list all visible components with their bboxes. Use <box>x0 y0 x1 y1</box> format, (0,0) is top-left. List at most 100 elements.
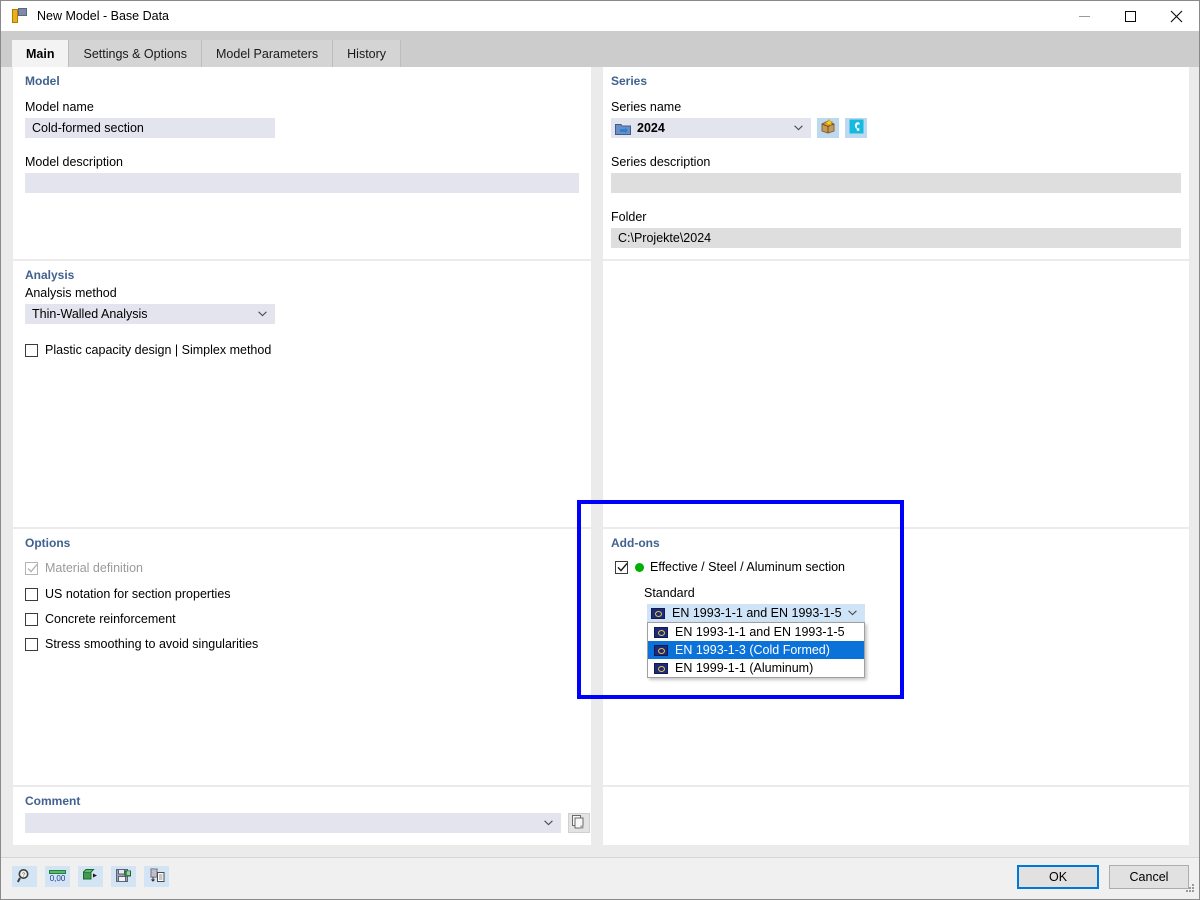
save-defaults-button[interactable] <box>111 866 136 887</box>
analysis-method-value: Thin-Walled Analysis <box>32 307 148 321</box>
series-name-combo[interactable]: 2024 <box>611 118 811 138</box>
checkbox-box <box>615 561 628 574</box>
svg-text:?: ? <box>22 872 25 878</box>
chevron-down-icon <box>848 610 857 616</box>
check-icon <box>617 562 628 576</box>
check-icon <box>27 563 38 577</box>
series-panel: Series Series name 2024 <box>603 67 1189 259</box>
app-icon <box>12 8 28 24</box>
maximize-button[interactable] <box>1107 1 1153 31</box>
dialog-footer: ? 0,00 <box>1 857 1199 899</box>
chevron-down-icon <box>258 311 267 317</box>
eu-flag-icon <box>654 645 668 656</box>
option-stress-smoothing[interactable]: Stress smoothing to avoid singularities <box>25 637 258 651</box>
ok-button[interactable]: OK <box>1017 865 1099 889</box>
series-folder-label: Folder <box>611 210 646 224</box>
tab-label: Settings & Options <box>83 47 187 61</box>
copy-comment-icon <box>572 815 586 832</box>
checkbox-box <box>25 588 38 601</box>
series-info-icon <box>849 119 864 137</box>
decimal-places-label: 0,00 <box>50 875 66 883</box>
series-folder-input: C:\Projekte\2024 <box>611 228 1181 248</box>
checkbox-box <box>25 613 38 626</box>
dropdown-option-label: EN 1993-1-3 (Cold Formed) <box>675 643 830 657</box>
minimize-button[interactable] <box>1061 1 1107 31</box>
bottom-right-panel <box>603 787 1189 845</box>
plastic-capacity-checkbox[interactable]: Plastic capacity design | Simplex method <box>25 343 271 357</box>
series-description-input <box>611 173 1181 193</box>
new-series-button[interactable] <box>817 118 839 138</box>
dropdown-option-en1993-1-3[interactable]: EN 1993-1-3 (Cold Formed) <box>648 641 864 659</box>
close-button[interactable] <box>1153 1 1199 31</box>
series-info-button[interactable] <box>845 118 867 138</box>
standard-selected-value: EN 1993-1-1 and EN 1993-1-5 <box>672 606 842 620</box>
eu-flag-icon <box>651 608 665 619</box>
option-material-definition: Material definition <box>25 561 143 575</box>
search-icon: ? <box>17 868 32 886</box>
checkbox-box <box>25 344 38 357</box>
model-description-input[interactable] <box>25 173 579 193</box>
decimal-places-button[interactable]: 0,00 <box>45 866 70 887</box>
model-name-input[interactable]: Cold-formed section <box>25 118 275 138</box>
options-group-title: Options <box>25 536 70 550</box>
window-controls <box>1061 1 1199 31</box>
series-group-title: Series <box>611 74 647 88</box>
search-button[interactable]: ? <box>12 866 37 887</box>
standard-label: Standard <box>644 586 695 600</box>
import-icon <box>83 868 99 885</box>
option-label: Concrete reinforcement <box>45 612 176 626</box>
import-button[interactable] <box>78 866 103 887</box>
tab-history[interactable]: History <box>333 40 401 67</box>
cancel-label: Cancel <box>1130 870 1169 884</box>
addon-effective-section-checkbox[interactable]: Effective / Steel / Aluminum section <box>615 560 845 574</box>
tab-main[interactable]: Main <box>12 40 69 67</box>
report-button[interactable] <box>144 866 169 887</box>
addons-group-title: Add-ons <box>611 536 660 550</box>
dropdown-option-label: EN 1993-1-1 and EN 1993-1-5 <box>675 625 845 639</box>
eu-flag-icon <box>654 663 668 674</box>
plastic-capacity-label: Plastic capacity design | Simplex method <box>45 343 271 357</box>
folder-import-icon <box>615 122 631 135</box>
option-us-notation[interactable]: US notation for section properties <box>25 587 231 601</box>
tab-settings-options[interactable]: Settings & Options <box>69 40 202 67</box>
status-led-icon <box>635 563 644 572</box>
dialog-body: Model Model name Cold-formed section Mod… <box>1 67 1199 857</box>
window-title: New Model - Base Data <box>37 9 169 23</box>
dialog-window: New Model - Base Data Main Settings & Op… <box>0 0 1200 900</box>
model-name-label: Model name <box>25 100 94 114</box>
series-description-label: Series description <box>611 155 710 169</box>
dropdown-option-label: EN 1999-1-1 (Aluminum) <box>675 661 813 675</box>
checkbox-box <box>25 562 38 575</box>
option-concrete-reinforcement[interactable]: Concrete reinforcement <box>25 612 176 626</box>
save-defaults-icon <box>116 868 132 886</box>
tab-label: History <box>347 47 386 61</box>
analysis-method-label: Analysis method <box>25 286 117 300</box>
model-panel: Model Model name Cold-formed section Mod… <box>13 67 591 259</box>
preview-panel <box>603 261 1189 527</box>
model-group-title: Model <box>25 74 60 88</box>
decimal-places-icon: 0,00 <box>49 870 66 883</box>
checkbox-box <box>25 638 38 651</box>
series-name-value: 2024 <box>637 121 665 135</box>
report-icon <box>149 868 165 886</box>
options-panel: Options Material definition US notation … <box>13 529 591 785</box>
dropdown-option-en1993-1-1[interactable]: EN 1993-1-1 and EN 1993-1-5 <box>648 623 864 641</box>
series-name-label: Series name <box>611 100 681 114</box>
tab-strip: Main Settings & Options Model Parameters… <box>1 31 1199 67</box>
dropdown-option-en1999-1-1[interactable]: EN 1999-1-1 (Aluminum) <box>648 659 864 677</box>
copy-comment-button[interactable] <box>568 813 590 833</box>
analysis-group-title: Analysis <box>25 268 74 282</box>
option-label: Material definition <box>45 561 143 575</box>
cancel-button[interactable]: Cancel <box>1109 865 1189 889</box>
comment-combo[interactable] <box>25 813 561 833</box>
resize-grip[interactable] <box>1183 881 1195 896</box>
ok-label: OK <box>1049 870 1067 884</box>
addon-effective-section-label: Effective / Steel / Aluminum section <box>650 560 845 574</box>
eu-flag-icon <box>654 627 668 638</box>
chevron-down-icon <box>794 125 803 131</box>
standard-dropdown-list[interactable]: EN 1993-1-1 and EN 1993-1-5 EN 1993-1-3 … <box>647 622 865 678</box>
title-bar: New Model - Base Data <box>1 1 1199 31</box>
analysis-method-combo[interactable]: Thin-Walled Analysis <box>25 304 275 324</box>
standard-combo[interactable]: EN 1993-1-1 and EN 1993-1-5 <box>647 604 865 622</box>
tab-model-parameters[interactable]: Model Parameters <box>202 40 333 67</box>
